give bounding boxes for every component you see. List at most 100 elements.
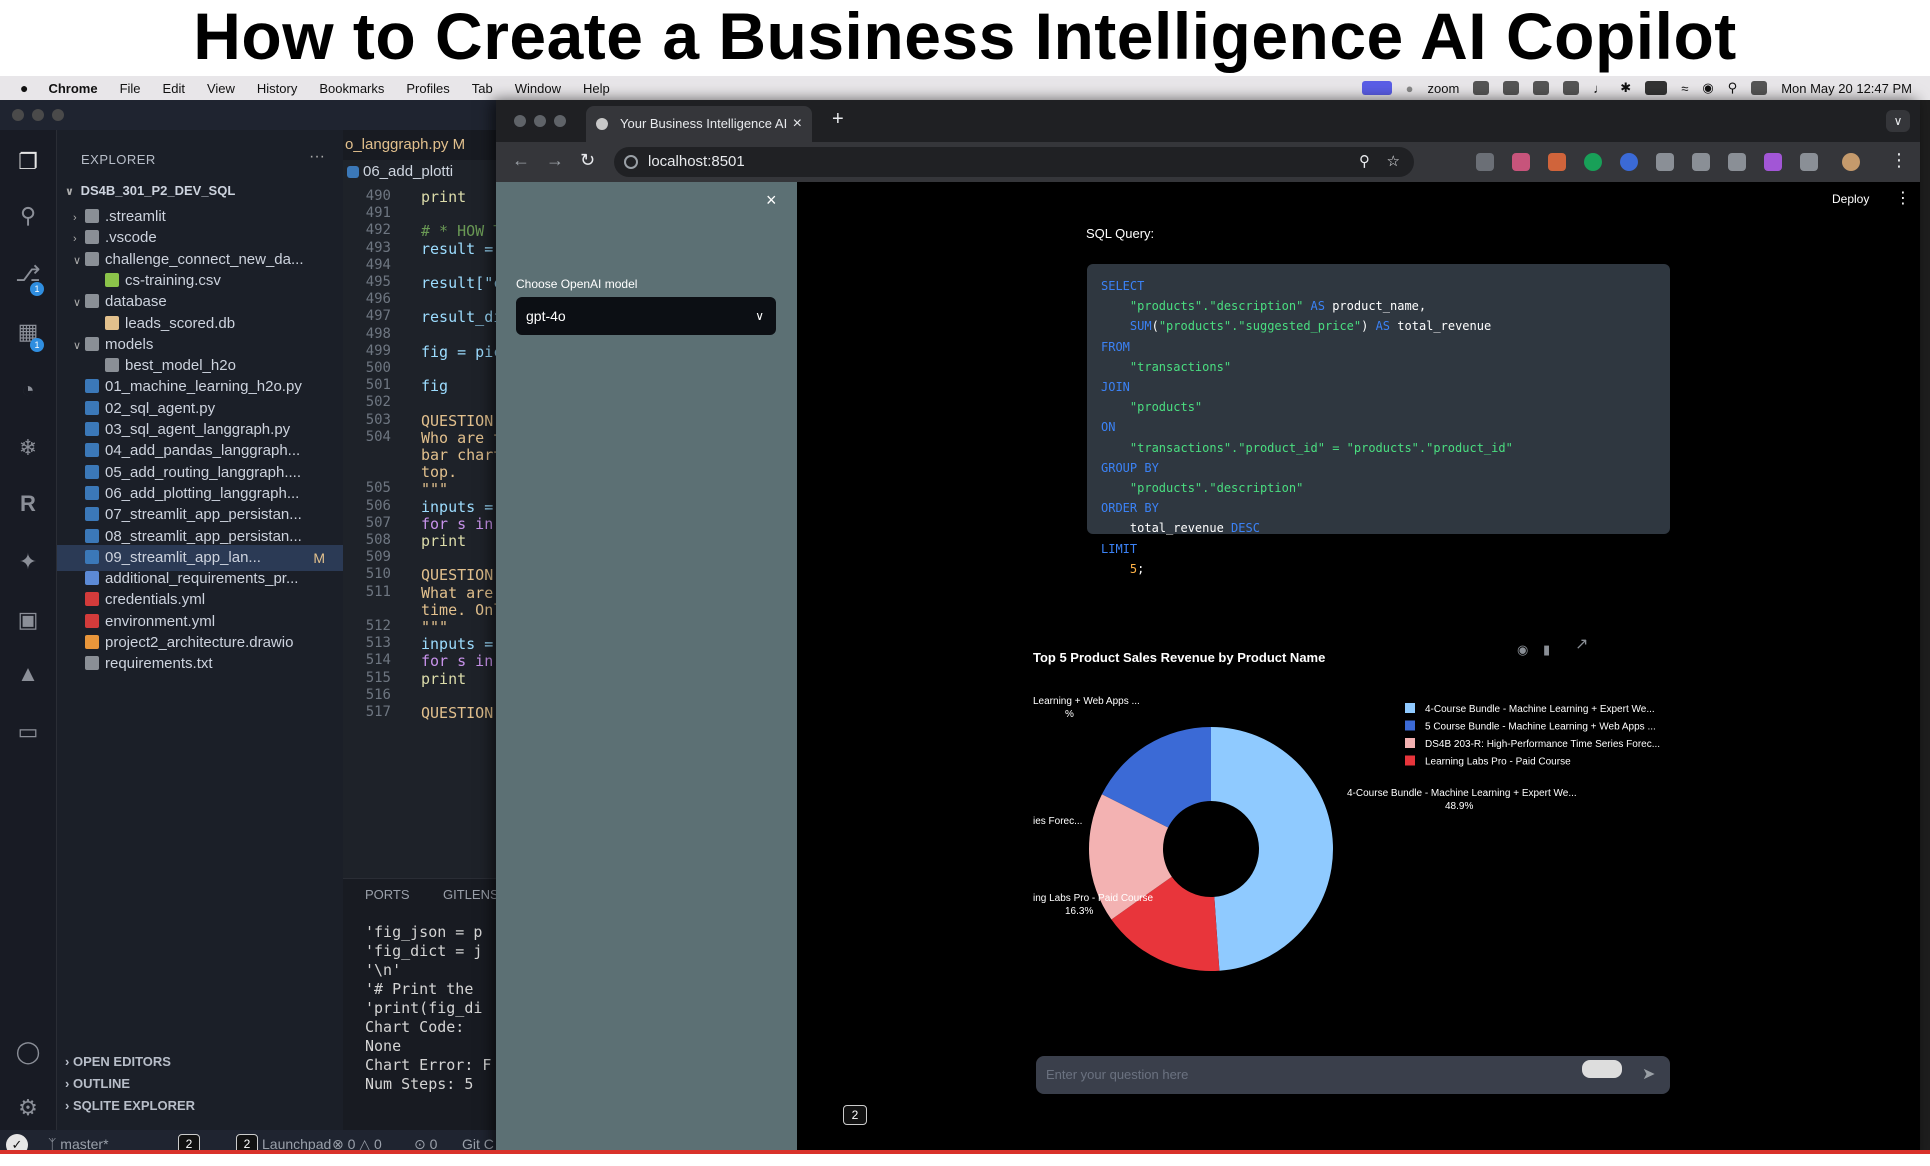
r-language-icon[interactable]: R — [14, 490, 42, 518]
breadcrumb[interactable]: 06_add_plotti — [343, 160, 500, 184]
minimize-window-button[interactable] — [32, 109, 44, 121]
panel-tab-gitlens[interactable]: GITLENS — [443, 887, 499, 902]
close-tab-icon[interactable]: × — [793, 106, 802, 142]
extension-icon[interactable] — [1620, 153, 1638, 171]
back-arrow-icon[interactable]: ← — [512, 150, 530, 171]
python-icon[interactable]: ✦ — [14, 548, 42, 576]
deploy-button[interactable]: Deploy — [1832, 192, 1869, 206]
forward-arrow-icon[interactable]: → — [546, 150, 564, 171]
code-line: result = — [421, 239, 494, 258]
menubar-item[interactable]: Edit — [163, 81, 185, 96]
zoom-window-button[interactable] — [554, 115, 566, 127]
tab-search-icon[interactable]: ∨ — [1886, 110, 1910, 132]
chrome-toolbar: ← → ↻ localhost:8501 ⚲ ☆ ⋮ — [496, 142, 1920, 182]
legend-swatch[interactable] — [1405, 755, 1415, 766]
model-select-value: gpt-4o — [526, 308, 566, 324]
user-icon[interactable]: ◉ — [1702, 80, 1713, 96]
settings-gear-icon[interactable]: ⚙ — [14, 1094, 42, 1122]
sql-token: DESC — [1231, 521, 1260, 536]
status-app-icon[interactable] — [1473, 81, 1490, 95]
terminal-panel[interactable]: PORTS GITLENS 'fig_json = p'fig_dict = j… — [343, 878, 500, 1130]
status-app-icon[interactable] — [1503, 81, 1520, 95]
file-name: environment.yml — [105, 612, 216, 630]
explorer-file[interactable]: requirements.txt — [57, 651, 343, 677]
explorer-more-icon[interactable]: ··· — [309, 148, 325, 166]
chevron-right-icon: › — [65, 1076, 73, 1091]
sql-token: "transactions"."product_id" = "products"… — [1129, 440, 1513, 455]
minimize-window-button[interactable] — [534, 115, 546, 127]
search-icon[interactable]: ⚲ — [14, 202, 42, 230]
zoom-window-button[interactable] — [52, 109, 64, 121]
legend-swatch[interactable] — [1405, 720, 1415, 731]
pie-slice[interactable] — [1211, 727, 1333, 971]
menubar-item[interactable]: Tab — [472, 81, 493, 96]
wifi-icon[interactable]: ≈ — [1681, 81, 1688, 96]
menubar-item[interactable]: View — [207, 81, 235, 96]
outline-section[interactable]: › OUTLINE — [57, 1072, 343, 1096]
menubar-item[interactable]: Window — [515, 81, 561, 96]
extension-icon[interactable] — [1692, 153, 1710, 171]
search-icon[interactable]: ⚲ — [1728, 80, 1738, 96]
legend-swatch[interactable] — [1405, 738, 1415, 748]
browser-tab[interactable]: Your Business Intelligence AI × — [586, 106, 812, 142]
model-select[interactable]: gpt-4o ∨ — [516, 297, 776, 335]
menubar-app-name[interactable]: Chrome — [48, 81, 97, 96]
reload-icon[interactable]: ↻ — [580, 150, 595, 171]
menubar-item[interactable]: File — [120, 81, 141, 96]
open-editors-section[interactable]: › OPEN EDITORS — [57, 1050, 343, 1074]
editor-tab[interactable]: o_langgraph.py M — [343, 130, 500, 160]
extension-icon[interactable] — [1728, 153, 1746, 171]
legend-item: Learning Labs Pro - Paid Course — [1425, 757, 1571, 768]
close-sidebar-icon[interactable]: × — [766, 190, 777, 211]
account-icon[interactable]: ◯ — [14, 1038, 42, 1066]
close-window-button[interactable] — [514, 115, 526, 127]
menubar-item[interactable]: Help — [583, 81, 610, 96]
new-tab-button[interactable]: + — [832, 108, 844, 131]
extension-icon[interactable] — [1476, 153, 1494, 171]
extension-icon[interactable] — [1548, 153, 1566, 171]
remote-display-icon[interactable]: ▣ — [14, 606, 42, 634]
close-window-button[interactable] — [12, 109, 24, 121]
panel-tab-ports[interactable]: PORTS — [365, 887, 410, 902]
bookmark-star-icon[interactable]: ☆ — [1387, 147, 1400, 177]
grammarly-widget-icon[interactable] — [1582, 1060, 1622, 1078]
control-center-icon[interactable] — [1751, 81, 1768, 95]
menubar-item[interactable]: Profiles — [406, 81, 449, 96]
data-science-icon[interactable]: ❄ — [14, 434, 42, 462]
battery-icon[interactable] — [1645, 81, 1668, 95]
status-app-icon[interactable] — [1563, 81, 1580, 95]
notification-badge[interactable]: 2 — [843, 1105, 867, 1125]
pie-chart[interactable]: Top 5 Product Sales Revenue by Product N… — [1033, 646, 1693, 986]
chat-input[interactable]: Enter your question here ➤ — [1036, 1056, 1670, 1094]
send-arrow-icon[interactable]: ➤ — [1642, 1056, 1655, 1094]
sqlite-explorer-section[interactable]: › SQLITE EXPLORER — [57, 1094, 343, 1118]
extension-icon[interactable] — [1512, 153, 1530, 171]
volume-icon[interactable]: ♩ — [1593, 81, 1606, 96]
explorer-files-icon[interactable]: ❐ — [14, 148, 42, 176]
menubar-item[interactable]: History — [257, 81, 297, 96]
address-bar[interactable]: localhost:8501 ⚲ ☆ — [614, 147, 1414, 177]
extension-icon[interactable] — [1656, 153, 1674, 171]
apple-menu-icon[interactable]: ● — [20, 80, 28, 96]
extension-icon[interactable] — [1764, 153, 1782, 171]
microphone-icon[interactable]: ● — [1406, 81, 1414, 96]
grammarly-icon[interactable] — [1584, 153, 1602, 171]
menubar-datetime[interactable]: Mon May 20 12:47 PM — [1781, 81, 1912, 96]
app-menu-icon[interactable]: ⋮ — [1895, 188, 1911, 208]
zoom-icon[interactable]: ⚲ — [1359, 147, 1370, 177]
remote-explorer-icon[interactable]: ◔ — [14, 376, 42, 404]
folder-icon[interactable]: ▭ — [14, 718, 42, 746]
status-app-icon[interactable] — [1533, 81, 1550, 95]
workspace-root[interactable]: ∨ DS4B_301_P2_DEV_SQL — [57, 178, 343, 204]
profile-avatar[interactable] — [1842, 153, 1860, 171]
sql-token: AS — [1303, 299, 1333, 314]
screen-record-icon[interactable] — [1361, 81, 1392, 95]
chrome-menu-icon[interactable]: ⋮ — [1890, 150, 1908, 171]
site-info-icon[interactable] — [624, 155, 638, 169]
legend-swatch[interactable] — [1405, 703, 1415, 713]
extensions-puzzle-icon[interactable] — [1800, 153, 1818, 171]
bluetooth-icon[interactable]: ✱ — [1620, 80, 1631, 96]
docker-icon[interactable]: ▲ — [14, 660, 42, 688]
zoom-status[interactable]: zoom — [1427, 81, 1459, 96]
menubar-item[interactable]: Bookmarks — [319, 81, 384, 96]
